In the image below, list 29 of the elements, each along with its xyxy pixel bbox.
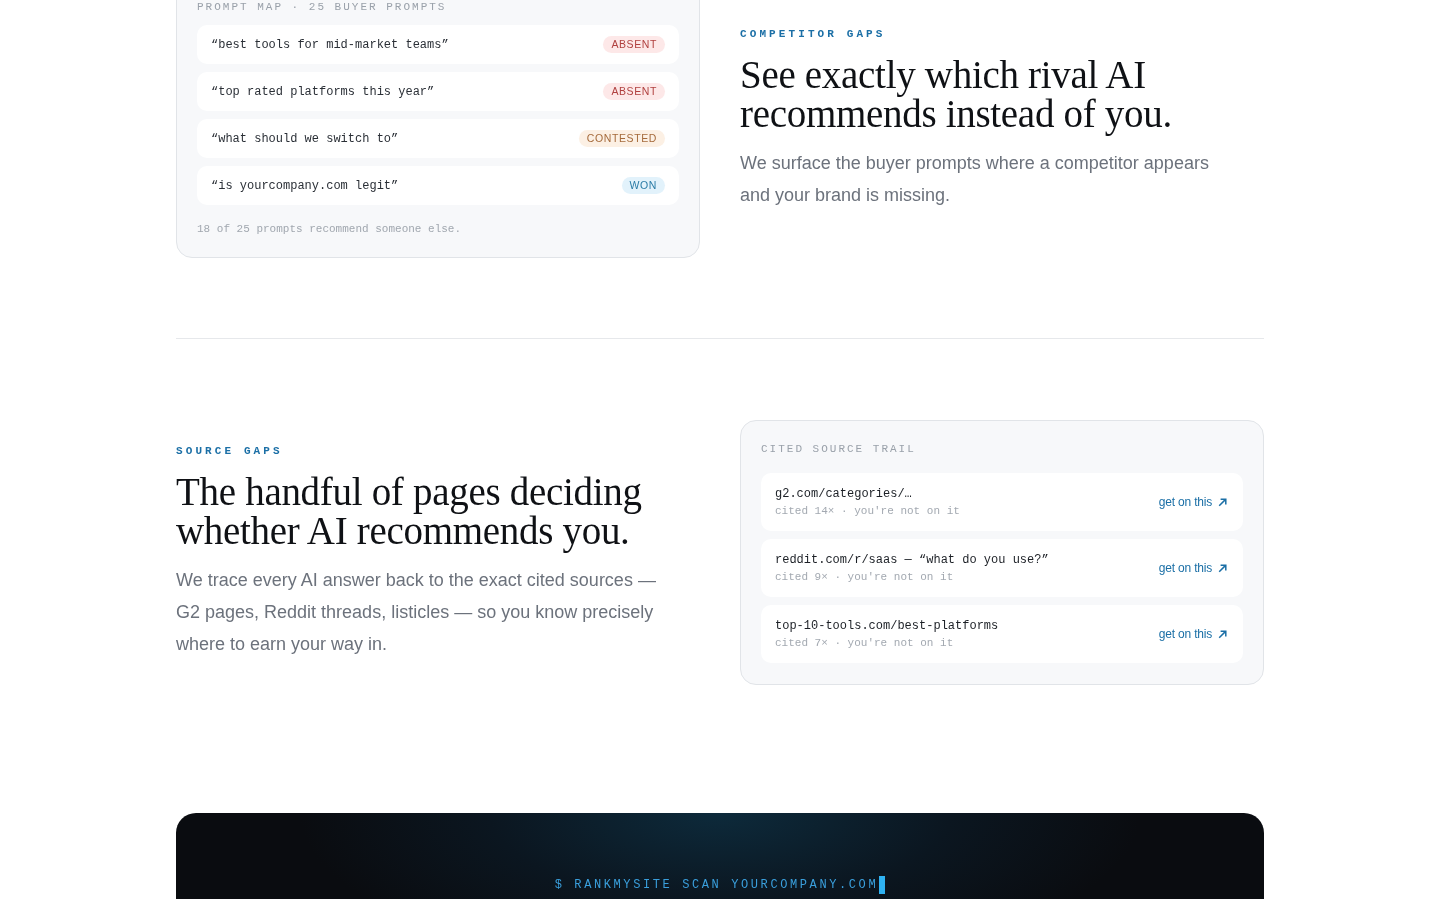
source-url: top-10-tools.com/best-platforms [775, 618, 999, 633]
card-footer-note: 18 of 25 prompts recommend someone else. [197, 223, 463, 235]
section-description: We trace every AI answer back to the exact cited sources — G2 pages, Reddit threads, listicles — so you know precisely where to earn your way in. [176, 569, 657, 656]
get-on-this-link[interactable]: get on this [1158, 561, 1227, 575]
prompt-text: “is yourcompany.com legit” [211, 178, 399, 193]
section-eyebrow: SOURCE GAPS [176, 445, 284, 457]
source-meta: cited 9× · you're not on it [775, 570, 955, 584]
arrow-up-right-icon [1218, 497, 1227, 507]
block-cursor-icon [879, 876, 886, 894]
source-meta: cited 7× · you're not on it [775, 636, 955, 650]
section-eyebrow: COMPETITOR GAPS [740, 28, 887, 40]
get-on-this-link[interactable]: get on this [1158, 627, 1227, 641]
source-url: reddit.com/r/saas — “what do you use?” [775, 552, 1049, 567]
terminal-command: $ RANKMYSITE SCAN YOURCOMPANY.COM [554, 877, 879, 894]
source-url: g2.com/categories/… [775, 486, 913, 501]
prompt-text: “best tools for mid-market teams” [211, 37, 449, 52]
get-on-this-link[interactable]: get on this [1158, 495, 1227, 509]
status-badge: WON [621, 177, 665, 194]
arrow-up-right-icon [1218, 629, 1227, 639]
card-label: CITED SOURCE TRAIL [761, 443, 917, 455]
arrow-up-right-icon [1218, 563, 1227, 573]
source-meta: cited 14× · you're not on it [775, 504, 960, 518]
prompt-text: “what should we switch to” [211, 131, 399, 146]
status-badge: CONTESTED [578, 130, 665, 147]
card-label: PROMPT MAP · 25 BUYER PROMPTS [197, 1, 448, 13]
status-badge: ABSENT [603, 36, 665, 53]
section-description: We surface the buyer prompts where a competitor appears and your brand is missing. [740, 152, 1210, 207]
status-badge: ABSENT [603, 83, 665, 100]
prompt-text: “top rated platforms this year” [211, 84, 435, 99]
